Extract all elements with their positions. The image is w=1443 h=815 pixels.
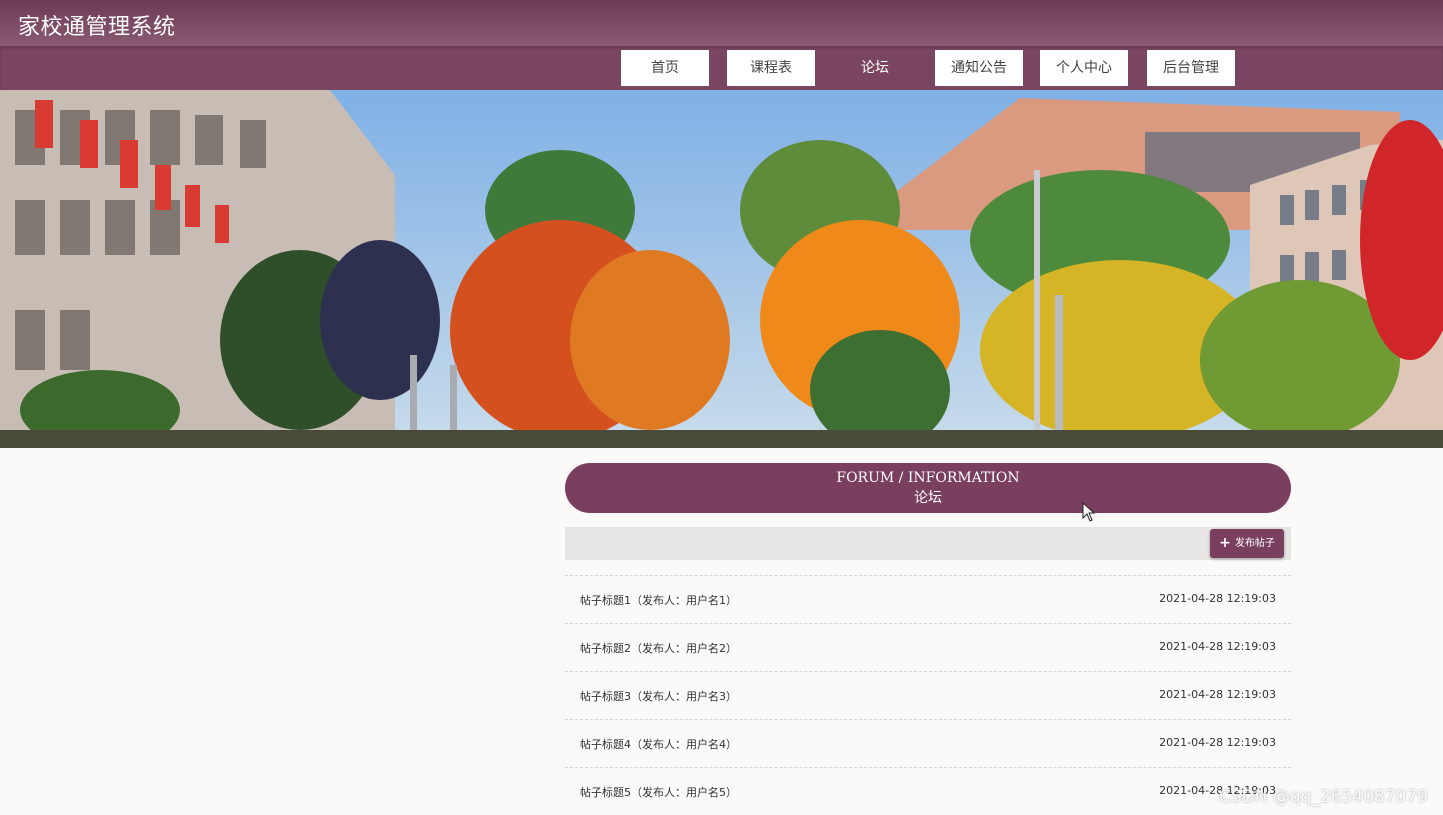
publish-post-button[interactable]: + 发布帖子	[1210, 529, 1284, 558]
nav-item-profile[interactable]: 个人中心	[1040, 50, 1128, 86]
list-item[interactable]: 帖子标题5（发布人：用户名5） 2021-04-28 12:19:03	[565, 767, 1291, 815]
nav-item-home[interactable]: 首页	[621, 50, 709, 86]
post-time: 2021-04-28 12:19:03	[1159, 592, 1276, 605]
title-bar: 家校通管理系统	[0, 0, 1443, 46]
app-title: 家校通管理系统	[18, 15, 176, 40]
forum-toolbar: + 发布帖子	[565, 527, 1291, 560]
plus-icon: +	[1219, 535, 1231, 551]
nav-item-notices[interactable]: 通知公告	[935, 50, 1023, 86]
forum-section-header: FORUM / INFORMATION 论坛	[565, 463, 1291, 513]
mouse-cursor-icon	[1082, 502, 1096, 522]
main-nav: 首页 课程表 论坛 通知公告 个人中心 后台管理	[0, 46, 1443, 90]
post-title[interactable]: 帖子标题4（发布人：用户名4）	[580, 736, 737, 752]
post-title[interactable]: 帖子标题1（发布人：用户名1）	[580, 592, 737, 608]
campus-banner-image	[0, 90, 1443, 448]
post-time: 2021-04-28 12:19:03	[1159, 688, 1276, 701]
post-list: 帖子标题1（发布人：用户名1） 2021-04-28 12:19:03 帖子标题…	[565, 575, 1291, 815]
nav-item-admin[interactable]: 后台管理	[1147, 50, 1235, 86]
list-item[interactable]: 帖子标题4（发布人：用户名4） 2021-04-28 12:19:03	[565, 719, 1291, 767]
forum-title-cn: 论坛	[914, 490, 942, 506]
publish-post-label: 发布帖子	[1234, 538, 1275, 549]
post-title[interactable]: 帖子标题2（发布人：用户名2）	[580, 640, 737, 656]
watermark: CSDN @qq_2654087079	[1218, 787, 1428, 807]
post-title[interactable]: 帖子标题3（发布人：用户名3）	[580, 688, 737, 704]
post-time: 2021-04-28 12:19:03	[1159, 640, 1276, 653]
nav-item-forum[interactable]: 论坛	[831, 50, 919, 86]
list-item[interactable]: 帖子标题1（发布人：用户名1） 2021-04-28 12:19:03	[565, 575, 1291, 623]
list-item[interactable]: 帖子标题3（发布人：用户名3） 2021-04-28 12:19:03	[565, 671, 1291, 719]
list-item[interactable]: 帖子标题2（发布人：用户名2） 2021-04-28 12:19:03	[565, 623, 1291, 671]
post-time: 2021-04-28 12:19:03	[1159, 736, 1276, 749]
nav-item-schedule[interactable]: 课程表	[727, 50, 815, 86]
campus-scene	[0, 90, 1443, 448]
forum-title-en: FORUM / INFORMATION	[836, 470, 1020, 486]
post-title[interactable]: 帖子标题5（发布人：用户名5）	[580, 784, 737, 800]
